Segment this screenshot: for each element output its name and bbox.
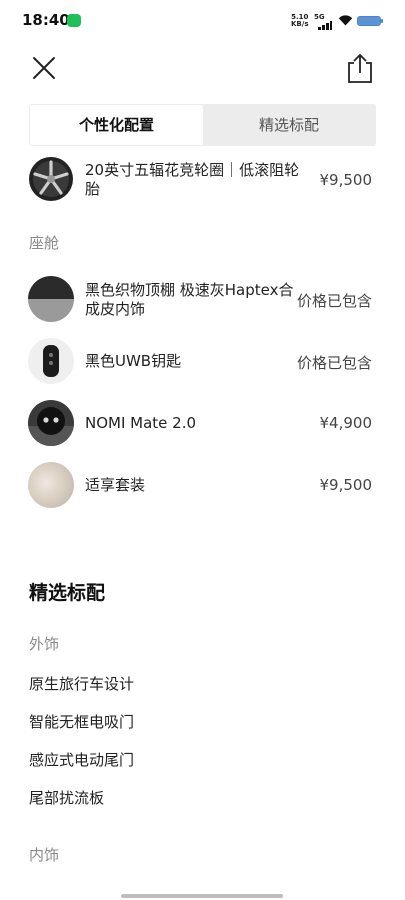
item-price: 价格已包含 [296,354,372,372]
status-bar: 18:40 5.10 KB/s 5G [0,0,405,40]
battery-icon [357,16,383,26]
feature-item: 智能无框电吸门 [29,713,135,731]
config-item-interior[interactable]: 黑色织物顶棚 极速灰Haptex合成皮内饰 价格已包含 [28,276,375,324]
item-price: ¥4,900 [319,414,373,432]
section-exterior: 外饰 [29,635,60,653]
item-price: 价格已包含 [296,292,372,310]
nomi-icon [28,407,74,446]
item-name: 20英寸五辐花竞轮圈｜低滚阻轮胎 [85,161,300,198]
item-price: ¥9,500 [319,476,373,494]
wechat-icon [67,14,81,27]
share-icon[interactable] [345,52,375,84]
tab-standard[interactable]: 精选标配 [203,105,375,145]
home-indicator[interactable] [121,894,283,898]
signal-icon [316,20,332,30]
standard-heading: 精选标配 [29,582,106,604]
interior-thumbnail [28,276,74,322]
config-item-nomi[interactable]: NOMI Mate 2.0 ¥4,900 [28,400,375,448]
feature-item: 原生旅行车设计 [29,675,135,693]
tab-personalized[interactable]: 个性化配置 [30,105,203,145]
item-name: 适享套装 [85,476,146,494]
feature-item: 感应式电动尾门 [29,751,135,769]
section-interior: 内饰 [29,846,60,864]
network-speed-unit: KB/s [291,20,309,28]
item-name: 黑色织物顶棚 极速灰Haptex合成皮内饰 [85,281,294,318]
config-item-comfort[interactable]: 适享套装 ¥9,500 [28,462,375,510]
wheel-thumbnail [29,157,73,201]
nomi-thumbnail [28,400,74,446]
key-icon [43,345,59,377]
item-name: 黑色UWB钥匙 [85,352,182,370]
wifi-icon [338,15,353,26]
feature-item: 尾部扰流板 [29,789,105,807]
key-thumbnail [28,338,74,384]
item-name: NOMI Mate 2.0 [85,414,197,432]
section-cabin: 座舱 [29,234,60,252]
network-speed: 5.10 KB/s [291,14,308,28]
config-item-wheel[interactable]: 20英寸五辐花竞轮圈｜低滚阻轮胎 ¥9,500 [28,156,375,204]
comfort-thumbnail [28,462,74,508]
config-item-key[interactable]: 黑色UWB钥匙 价格已包含 [28,338,375,386]
config-tabs: 个性化配置 精选标配 [29,104,376,146]
close-icon[interactable] [30,54,58,82]
status-time: 18:40 [22,11,70,29]
item-price: ¥9,500 [319,171,373,189]
